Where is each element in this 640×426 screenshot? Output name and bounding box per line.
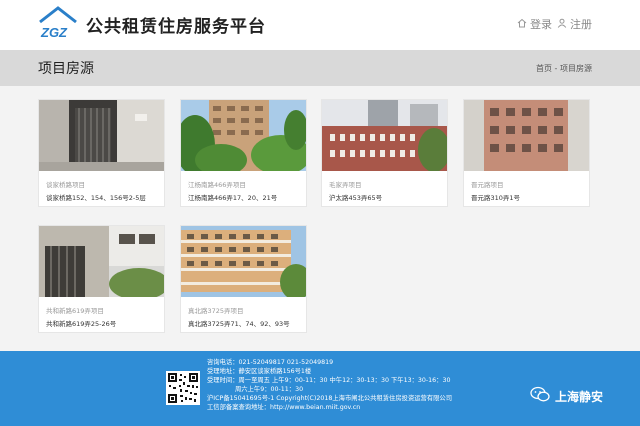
project-address: 真北路3725弄71、74、92、93号 (188, 320, 290, 328)
site-footer: 咨询电话：021-52049817 021-52049819 受理地址：静安区谈… (0, 351, 640, 426)
project-address: 江杨南路466弄17、20、21号 (188, 194, 278, 202)
copyright: 沪ICP备15041695号-1 Copyright(C)2018上海市闸北公共… (207, 394, 453, 402)
project-card[interactable]: 毛家弄项目 沪太路453弄65号 (321, 99, 448, 207)
project-photo[interactable] (181, 100, 306, 171)
project-category: 晋元路项目 (471, 181, 504, 189)
home-icon (517, 18, 527, 31)
project-photo[interactable] (39, 226, 164, 297)
footer-info: 咨询电话：021-52049817 021-52049819 受理地址：静安区谈… (207, 359, 452, 412)
office-hours: 受理时间：周一至周五 上午9：00-11：30 中午12：30-13：30 下午… (207, 376, 451, 384)
project-address: 共和新路619弄25-26号 (46, 320, 117, 328)
user-icon (557, 18, 567, 31)
qr-code (166, 371, 200, 405)
site-logo[interactable]: ZGZ (38, 6, 78, 40)
project-category: 谈家桥路项目 (46, 181, 85, 189)
office-address: 受理地址：静安区谈家桥路156号1楼 (207, 367, 312, 375)
project-category: 毛家弄项目 (329, 181, 362, 189)
project-address: 谈家桥路152、154、156号2-5层 (46, 194, 146, 202)
project-card[interactable]: 晋元路项目 晋元路310弄1号 (463, 99, 590, 207)
project-category: 江杨南路466弄项目 (188, 181, 246, 189)
project-address: 晋元路310弄1号 (471, 194, 521, 202)
project-address: 沪太路453弄65号 (329, 194, 383, 202)
project-category: 真北路3725弄项目 (188, 307, 244, 315)
wechat-account[interactable]: 上海静安 (530, 386, 603, 407)
project-photo[interactable] (181, 226, 306, 297)
project-category: 共和新路619弄项目 (46, 307, 104, 315)
project-card[interactable]: 共和新路619弄项目 共和新路619弄25-26号 (38, 225, 165, 333)
project-card[interactable]: 江杨南路466弄项目 江杨南路466弄17、20、21号 (180, 99, 307, 207)
page-title: 项目房源 (38, 61, 94, 77)
login-label: 登录 (530, 18, 552, 31)
project-photo[interactable] (39, 100, 164, 171)
project-card[interactable]: 谈家桥路项目 谈家桥路152、154、156号2-5层 (38, 99, 165, 207)
logo-text: ZGZ (40, 25, 68, 40)
page-banner: 项目房源 首页 - 项目房源 (0, 50, 640, 86)
register-link[interactable]: 注册 (557, 16, 592, 32)
site-title: 公共租赁住房服务平台 (86, 17, 266, 37)
wechat-icon (530, 386, 550, 407)
breadcrumb[interactable]: 首页 - 项目房源 (536, 63, 592, 74)
project-card[interactable]: 真北路3725弄项目 真北路3725弄71、74、92、93号 (180, 225, 307, 333)
project-photo[interactable] (464, 100, 589, 171)
contact-phone: 咨询电话：021-52049817 021-52049819 (207, 359, 334, 366)
login-link[interactable]: 登录 (517, 16, 552, 32)
saturday-hours: 周六上午9：00-11：30 (235, 385, 304, 393)
wechat-label: 上海静安 (555, 390, 604, 404)
project-photo[interactable] (322, 100, 447, 171)
site-header: ZGZ 公共租赁住房服务平台 登录 注册 (0, 0, 640, 50)
icp-lookup-link[interactable]: 工信部备案查询地址：http://www.beian.miit.gov.cn (207, 404, 452, 413)
register-label: 注册 (570, 18, 592, 31)
